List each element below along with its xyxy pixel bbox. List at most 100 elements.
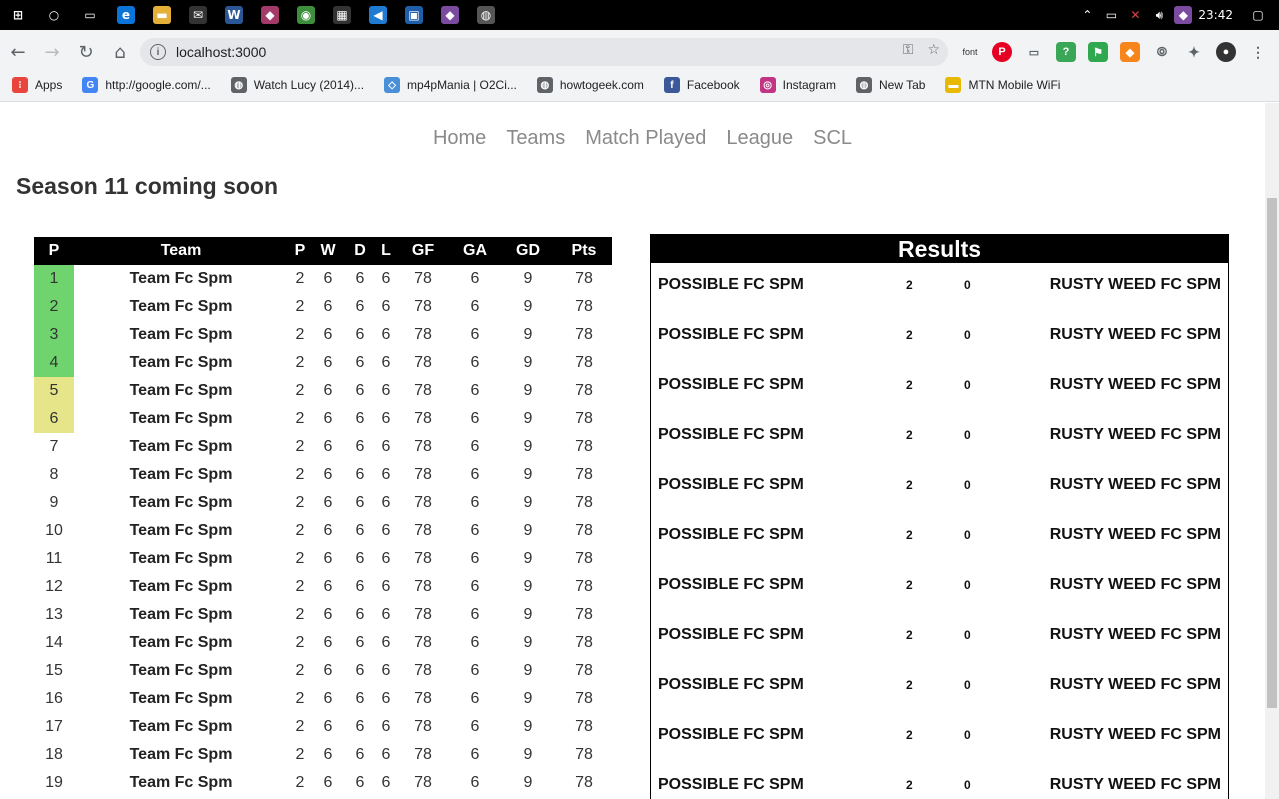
address-bar[interactable]: i localhost:3000 ⚿ ☆: [140, 38, 948, 66]
stat-cell-ga: 6: [470, 410, 480, 427]
bookmark-item[interactable]: ◍ New Tab: [855, 77, 925, 93]
stat-cell-l: 6: [381, 522, 391, 539]
away-score: 0: [964, 528, 971, 542]
nav-link-match-played[interactable]: Match Played: [585, 127, 706, 150]
taskbar-app[interactable]: W: [216, 0, 252, 30]
stat-cell-l: 6: [381, 606, 391, 623]
stat-cell-w: 6: [323, 746, 333, 763]
team-name: Team Fc Spm: [129, 746, 233, 763]
font-extension-icon[interactable]: font: [960, 42, 980, 62]
stat-cell-pts: 78: [575, 746, 593, 763]
stat-cell-pos: 1: [34, 265, 74, 293]
puzzle-icon[interactable]: ✦: [1184, 42, 1204, 62]
column-header[interactable]: L: [376, 237, 396, 265]
bookmark-item[interactable]: ◍ Watch Lucy (2014)...: [230, 77, 364, 93]
home-icon[interactable]: ⌂: [104, 36, 136, 68]
column-header[interactable]: GA: [450, 237, 500, 265]
flag-extension-icon[interactable]: ⚑: [1088, 42, 1108, 62]
avatar[interactable]: ●: [1216, 42, 1236, 62]
nav-link-teams[interactable]: Teams: [506, 127, 565, 150]
stat-cell-gd: 9: [523, 326, 533, 343]
back-icon[interactable]: ←: [2, 36, 34, 68]
bookmark-item[interactable]: ▬ MTN Mobile WiFi: [945, 77, 1060, 93]
star-icon[interactable]: ☆: [927, 42, 940, 58]
code-extension-icon[interactable]: ⦾: [1152, 42, 1172, 62]
result-row[interactable]: POSSIBLE FC SPM 2 0 RUSTY WEED FC SPM: [651, 513, 1228, 563]
taskbar-app[interactable]: ◆: [252, 0, 288, 30]
forward-icon[interactable]: →: [36, 36, 68, 68]
notifications-icon[interactable]: ▢: [1249, 6, 1267, 24]
page-scrollbar[interactable]: [1265, 103, 1279, 799]
stat-cell-d: 6: [355, 438, 365, 455]
metamask-icon[interactable]: ◆: [1120, 42, 1140, 62]
volume-icon[interactable]: 🔊︎: [1150, 6, 1168, 24]
result-row[interactable]: POSSIBLE FC SPM 2 0 RUSTY WEED FC SPM: [651, 313, 1228, 363]
taskbar-app[interactable]: e: [108, 0, 144, 30]
column-header[interactable]: W: [312, 237, 344, 265]
stat-cell-ga: 6: [470, 382, 480, 399]
bookmark-item[interactable]: ⁝ Apps: [12, 77, 62, 93]
taskbar-app[interactable]: ✉: [180, 0, 216, 30]
pinterest-icon[interactable]: P: [992, 42, 1012, 62]
network-icon[interactable]: ✕: [1126, 6, 1144, 24]
table-row: 9 Team Fc Spm 2 6 6 6 78 6 9 78: [34, 489, 612, 517]
battery-icon[interactable]: ▭: [1102, 6, 1120, 24]
url-text[interactable]: localhost:3000: [176, 44, 266, 60]
nav-link-home[interactable]: Home: [433, 127, 486, 150]
column-header[interactable]: D: [344, 237, 376, 265]
info-icon[interactable]: i: [150, 44, 166, 60]
column-header[interactable]: P: [288, 237, 312, 265]
bookmark-item[interactable]: ◍ howtogeek.com: [536, 77, 644, 93]
taskbar-app[interactable]: ◍: [468, 0, 504, 30]
stat-cell-gf: 78: [414, 746, 432, 763]
result-row[interactable]: POSSIBLE FC SPM 2 0 RUSTY WEED FC SPM: [651, 713, 1228, 763]
scrollbar-thumb[interactable]: [1267, 198, 1277, 708]
stat-cell-gf: 78: [414, 550, 432, 567]
home-team: POSSIBLE FC SPM: [658, 276, 804, 293]
stat-cell-gf: 78: [414, 438, 432, 455]
stat-cell-ga: 6: [470, 270, 480, 287]
result-row[interactable]: POSSIBLE FC SPM 2 0 RUSTY WEED FC SPM: [651, 663, 1228, 713]
bookmark-item[interactable]: ◇ mp4pMania | O2Ci...: [384, 77, 517, 93]
cast-icon[interactable]: ▭: [1024, 42, 1044, 62]
nav-link-league[interactable]: League: [726, 127, 793, 150]
taskbar-app[interactable]: ▭: [72, 0, 108, 30]
menu-icon[interactable]: ⋮: [1248, 42, 1268, 62]
question-extension-icon[interactable]: ?: [1056, 42, 1076, 62]
chevron-up-icon[interactable]: ⌃: [1078, 6, 1096, 24]
key-icon[interactable]: ⚿: [903, 42, 914, 58]
taskbar-app[interactable]: ▬: [144, 0, 180, 30]
result-row[interactable]: POSSIBLE FC SPM 2 0 RUSTY WEED FC SPM: [651, 563, 1228, 613]
taskbar-app[interactable]: ⊞: [0, 0, 36, 30]
taskbar-app[interactable]: ◀: [360, 0, 396, 30]
result-row[interactable]: POSSIBLE FC SPM 2 0 RUSTY WEED FC SPM: [651, 613, 1228, 663]
taskbar-app[interactable]: ◉: [288, 0, 324, 30]
nav-link-scl[interactable]: SCL: [813, 127, 852, 150]
column-header[interactable]: Pts: [556, 237, 612, 265]
reload-icon[interactable]: ↻: [70, 36, 102, 68]
column-header[interactable]: P: [34, 237, 74, 265]
result-row[interactable]: POSSIBLE FC SPM 2 0 RUSTY WEED FC SPM: [651, 263, 1228, 313]
tray-app-icon[interactable]: ◆: [1174, 6, 1193, 24]
result-row[interactable]: POSSIBLE FC SPM 2 0 RUSTY WEED FC SPM: [651, 413, 1228, 463]
taskbar-app[interactable]: ▦: [324, 0, 360, 30]
bookmark-label: MTN Mobile WiFi: [968, 78, 1061, 92]
team-name: Team Fc Spm: [129, 270, 233, 287]
stat-cell-pts: 78: [575, 410, 593, 427]
result-row[interactable]: POSSIBLE FC SPM 2 0 RUSTY WEED FC SPM: [651, 763, 1228, 799]
bookmark-item[interactable]: f Facebook: [663, 77, 740, 93]
result-row[interactable]: POSSIBLE FC SPM 2 0 RUSTY WEED FC SPM: [651, 463, 1228, 513]
stat-cell-l: 6: [381, 662, 391, 679]
clock[interactable]: 23:42: [1198, 8, 1233, 22]
bookmark-item[interactable]: ◎ Instagram: [759, 77, 836, 93]
taskbar-app[interactable]: ◆: [432, 0, 468, 30]
column-header[interactable]: GD: [500, 237, 556, 265]
bookmarks-bar: ⁝ Apps Ghttp://google.com/... ◍ Watch Lucy (…: [0, 72, 1279, 98]
result-row[interactable]: POSSIBLE FC SPM 2 0 RUSTY WEED FC SPM: [651, 363, 1228, 413]
bookmark-item[interactable]: Ghttp://google.com/...: [82, 77, 211, 93]
taskbar-app[interactable]: ▣: [396, 0, 432, 30]
taskbar-app[interactable]: ○: [36, 0, 72, 30]
column-header[interactable]: Team: [74, 237, 288, 265]
table-row: 18 Team Fc Spm 2 6 6 6 78 6 9 78: [34, 741, 612, 769]
column-header[interactable]: GF: [396, 237, 450, 265]
